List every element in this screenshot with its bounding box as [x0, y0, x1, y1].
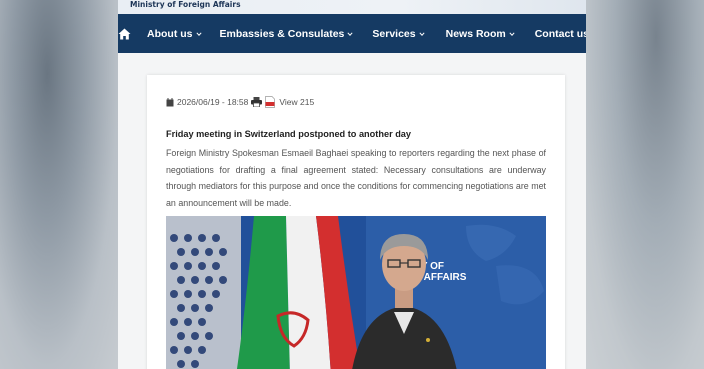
nav-contact-us-label: Contact us [534, 27, 586, 40]
photo-spokesman-at-podium: RY OF N AFFAIRS [166, 216, 546, 369]
nav-about-us-label: About us [147, 27, 193, 40]
article-body: Foreign Ministry Spokesman Esmaeil Bagha… [166, 148, 546, 208]
view-count: View 215 [279, 97, 315, 107]
calendar-icon [166, 97, 174, 106]
nav-services-label: Services [372, 27, 416, 40]
nav-news-room-label: News Room [445, 27, 506, 40]
website-page: Ministry of Foreign Affairs About us Emb… [118, 0, 586, 369]
nav-news-room[interactable]: News Room [446, 14, 515, 53]
nav-contact-us[interactable]: Contact us [535, 14, 586, 53]
chevron-down-icon [195, 31, 202, 36]
main-navbar: About us Embassies & Consulates Services… [118, 14, 586, 53]
chevron-down-icon [419, 31, 425, 36]
news-article-card: 2026/06/19 - 18:58 View 215 Friday meeti… [147, 75, 565, 369]
nav-embassies-consulates[interactable]: Embassies & Consulates [220, 14, 354, 53]
header-banner: Ministry of Foreign Affairs [118, 0, 586, 14]
article-meta: 2026/06/19 - 18:58 View 215 [166, 96, 314, 108]
article-photo: RY OF N AFFAIRS [166, 216, 546, 369]
chevron-down-icon [347, 31, 353, 36]
pdf-icon[interactable] [265, 96, 276, 108]
article-date: 2026/06/19 - 18:58 [177, 97, 249, 107]
blurred-backdrop-right [584, 0, 704, 369]
print-icon[interactable] [251, 97, 263, 107]
nav-about-us[interactable]: About us [147, 14, 202, 53]
blurred-backdrop-left [0, 0, 118, 369]
ministry-name: Ministry of Foreign Affairs [130, 0, 241, 9]
nav-embassies-label: Embassies & Consulates [219, 27, 345, 40]
home-icon [118, 28, 131, 39]
article-headline: Friday meeting in Switzerland postponed … [166, 129, 412, 139]
home-button[interactable] [118, 14, 131, 53]
nav-services[interactable]: Services [372, 14, 425, 53]
chevron-down-icon [509, 31, 515, 36]
